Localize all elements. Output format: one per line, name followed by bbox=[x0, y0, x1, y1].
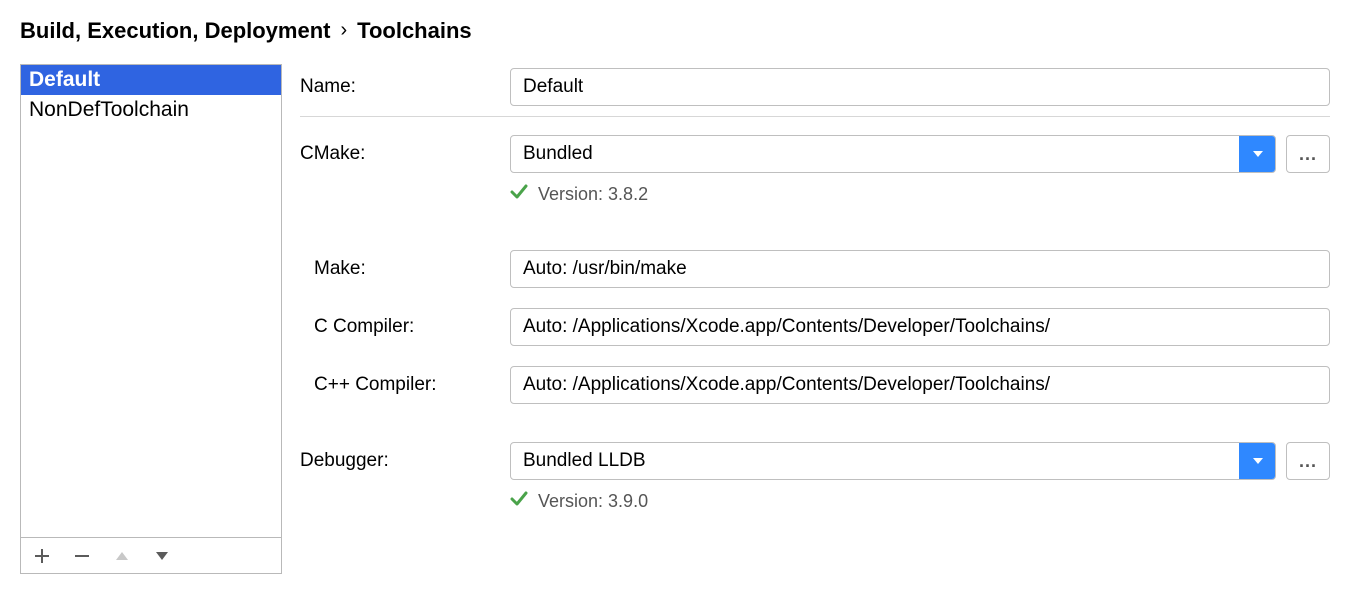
cmake-select-value: Bundled bbox=[511, 136, 1239, 172]
check-icon bbox=[510, 183, 528, 206]
cmake-version-label: Version: 3.8.2 bbox=[538, 184, 648, 205]
chevron-down-icon bbox=[1239, 136, 1275, 172]
cmake-browse-button[interactable]: ... bbox=[1286, 135, 1330, 173]
debugger-select[interactable]: Bundled LLDB bbox=[510, 442, 1276, 480]
toolchain-item-nondef[interactable]: NonDefToolchain bbox=[21, 95, 281, 125]
c-compiler-label: C Compiler: bbox=[300, 316, 510, 338]
name-input[interactable] bbox=[510, 68, 1330, 106]
breadcrumb-level1[interactable]: Build, Execution, Deployment bbox=[20, 18, 330, 44]
toolchain-sidebar: Default NonDefToolchain bbox=[20, 64, 282, 574]
cpp-compiler-input[interactable] bbox=[510, 366, 1330, 404]
debugger-select-value: Bundled LLDB bbox=[511, 443, 1239, 479]
toolchain-item-default[interactable]: Default bbox=[21, 65, 281, 95]
chevron-right-icon: › bbox=[340, 19, 347, 42]
remove-button[interactable] bbox=[71, 545, 93, 567]
toolchain-list[interactable]: Default NonDefToolchain bbox=[20, 64, 282, 538]
debugger-status: Version: 3.9.0 bbox=[510, 490, 1330, 513]
cmake-select[interactable]: Bundled bbox=[510, 135, 1276, 173]
cpp-compiler-label: C++ Compiler: bbox=[300, 374, 510, 396]
debugger-browse-button[interactable]: ... bbox=[1286, 442, 1330, 480]
debugger-label: Debugger: bbox=[300, 450, 510, 472]
make-input[interactable] bbox=[510, 250, 1330, 288]
check-icon bbox=[510, 490, 528, 513]
make-label: Make: bbox=[300, 258, 510, 280]
chevron-down-icon bbox=[1239, 443, 1275, 479]
toolchain-form: Name: CMake: Bundled ... Versi bbox=[300, 64, 1330, 574]
debugger-version-label: Version: 3.9.0 bbox=[538, 491, 648, 512]
add-button[interactable] bbox=[31, 545, 53, 567]
breadcrumb: Build, Execution, Deployment › Toolchain… bbox=[20, 18, 1330, 44]
move-down-button[interactable] bbox=[151, 545, 173, 567]
c-compiler-input[interactable] bbox=[510, 308, 1330, 346]
cmake-label: CMake: bbox=[300, 143, 510, 165]
cmake-status: Version: 3.8.2 bbox=[510, 183, 1330, 206]
divider bbox=[300, 116, 1330, 117]
move-up-button[interactable] bbox=[111, 545, 133, 567]
toolchain-list-toolbar bbox=[20, 538, 282, 574]
breadcrumb-level2: Toolchains bbox=[357, 18, 472, 44]
name-label: Name: bbox=[300, 76, 510, 98]
